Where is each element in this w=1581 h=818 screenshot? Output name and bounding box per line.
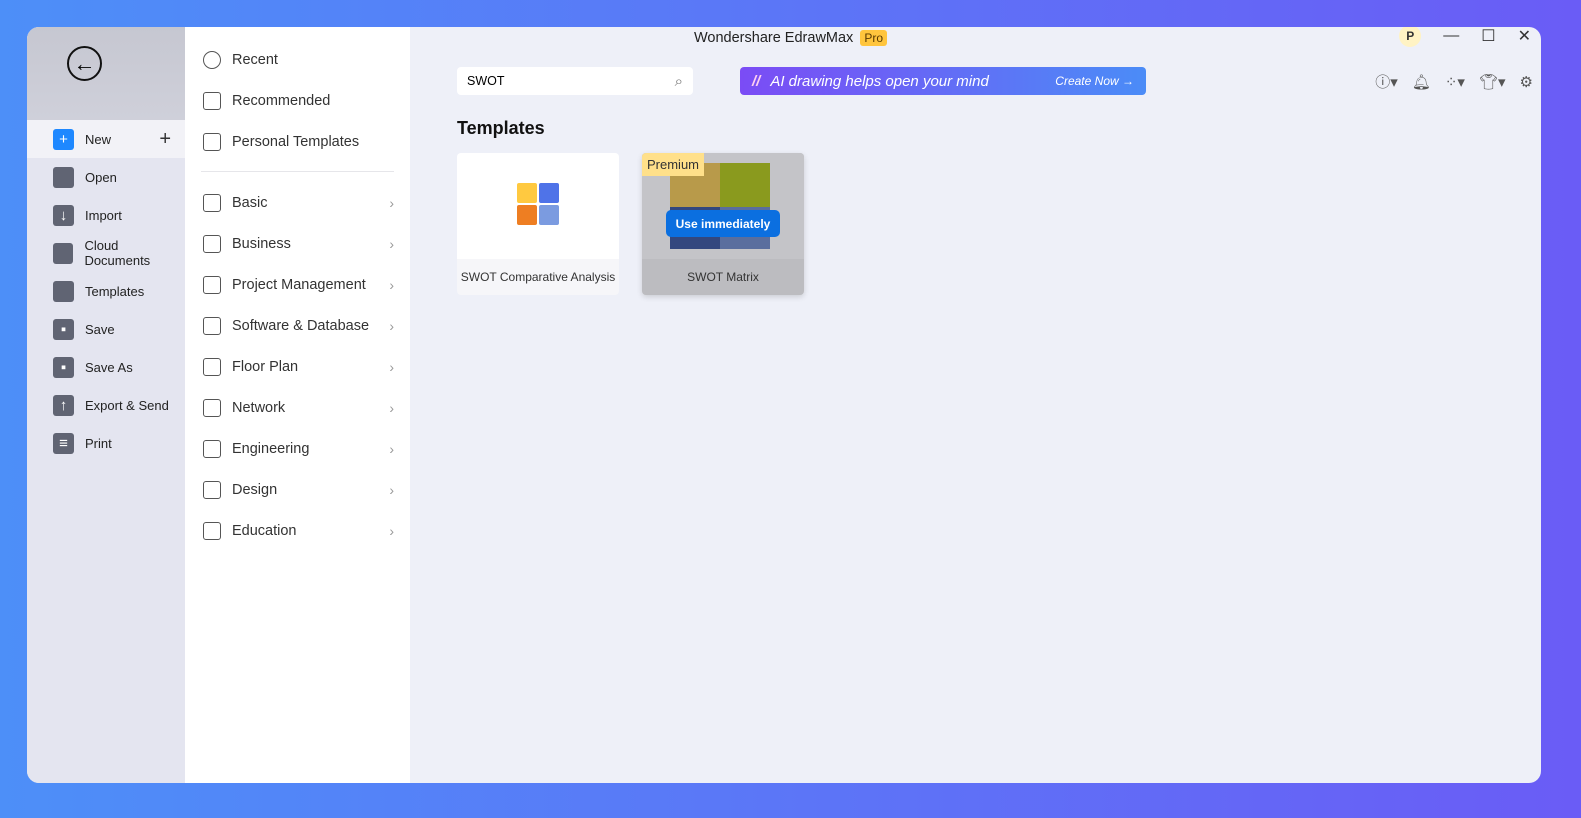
theme-shirt-icon[interactable]: 👕︎▾	[1479, 73, 1506, 91]
template-title: SWOT Matrix	[687, 270, 759, 284]
export-icon: ↑	[53, 394, 74, 416]
floor-plan-icon	[203, 357, 221, 376]
template-card[interactable]: Premium Use immediately SWOT Matrix	[642, 153, 804, 295]
bell-icon[interactable]: 🔔︎	[1412, 73, 1431, 91]
save-icon: ▪	[53, 318, 74, 340]
sidebar-item-import[interactable]: ↓ Import	[27, 196, 185, 234]
category-panel: Recent Recommended Personal Templates Basi…	[185, 27, 410, 783]
category-engineering[interactable]: Engineering ›	[185, 428, 410, 469]
avatar[interactable]: P	[1399, 27, 1422, 47]
document-icon	[203, 132, 221, 151]
tag-icon	[203, 193, 221, 212]
sidebar-item-print[interactable]: ≡ Print	[27, 424, 185, 462]
category-design[interactable]: Design ›	[185, 469, 410, 510]
sidebar-item-export-send[interactable]: ↑ Export & Send	[27, 386, 185, 424]
category-network[interactable]: Network ›	[185, 387, 410, 428]
help-icon[interactable]: ⓘ▾	[1375, 71, 1398, 92]
print-icon: ≡	[53, 432, 74, 454]
clock-icon	[203, 50, 221, 69]
save-as-icon: ▪	[53, 356, 74, 378]
chevron-right-icon: ›	[389, 235, 394, 252]
cloud-icon	[53, 242, 74, 264]
premium-badge: Premium	[642, 153, 705, 176]
chevron-right-icon: ›	[389, 194, 394, 211]
sidebar-item-save-as[interactable]: ▪ Save As	[27, 348, 185, 386]
category-business[interactable]: Business ›	[185, 223, 410, 264]
category-recent[interactable]: Recent	[185, 39, 410, 80]
ai-logo-icon: //	[752, 72, 761, 90]
chevron-right-icon: ›	[389, 358, 394, 375]
window-title: Wondershare EdrawMax Pro	[694, 29, 887, 47]
sidebar-item-cloud-documents[interactable]: Cloud Documents	[27, 234, 185, 272]
chevron-right-icon: ›	[389, 440, 394, 457]
templates-icon	[53, 280, 74, 302]
divider	[201, 171, 394, 172]
create-now-button[interactable]: Create Now →	[1055, 74, 1134, 88]
template-thumbnail: Premium Use immediately	[642, 153, 804, 259]
calendar-icon	[203, 398, 221, 417]
gear-icon[interactable]: ⚙	[1520, 73, 1533, 91]
plus-square-icon: +	[53, 128, 74, 150]
import-icon: ↓	[53, 204, 74, 226]
search-input[interactable]	[467, 74, 675, 88]
app-window: ← + New + Open ↓ Import Cloud Documents Templat…	[27, 27, 1541, 783]
presentation-icon	[203, 234, 221, 253]
chevron-right-icon: ›	[389, 317, 394, 334]
back-button[interactable]: ←	[67, 46, 102, 81]
design-icon	[203, 480, 221, 499]
file-sidebar: ← + New + Open ↓ Import Cloud Documents Templat…	[27, 27, 185, 783]
search-box[interactable]: ⌕	[457, 67, 693, 95]
gantt-icon	[203, 275, 221, 294]
minimize-button[interactable]: —	[1443, 27, 1459, 45]
category-basic[interactable]: Basic ›	[185, 182, 410, 223]
use-immediately-button[interactable]: Use immediately	[666, 210, 780, 237]
plus-icon[interactable]: +	[159, 128, 171, 151]
chevron-right-icon: ›	[389, 399, 394, 416]
category-recommended[interactable]: Recommended	[185, 80, 410, 121]
sidebar-item-open[interactable]: Open	[27, 158, 185, 196]
ai-banner[interactable]: // AI drawing helps open your mind Creat…	[740, 67, 1146, 95]
sidebar-item-save[interactable]: ▪ Save	[27, 310, 185, 348]
chevron-right-icon: ›	[389, 481, 394, 498]
chevron-right-icon: ›	[389, 276, 394, 293]
category-software-database[interactable]: Software & Database ›	[185, 305, 410, 346]
section-heading: Templates	[457, 118, 545, 138]
maximize-button[interactable]: ☐	[1481, 27, 1495, 46]
chevron-right-icon: ›	[389, 522, 394, 539]
sidebar-item-new[interactable]: + New +	[27, 120, 185, 158]
template-title: SWOT Comparative Analysis	[460, 270, 616, 284]
apps-icon[interactable]: ⁘▾	[1445, 73, 1465, 91]
category-education[interactable]: Education ›	[185, 510, 410, 551]
window-icon	[203, 316, 221, 335]
folder-icon	[53, 166, 74, 188]
pro-badge: Pro	[860, 30, 887, 46]
template-card[interactable]: SWOT Comparative Analysis	[457, 153, 619, 295]
category-floor-plan[interactable]: Floor Plan ›	[185, 346, 410, 387]
star-badge-icon	[203, 91, 221, 110]
template-thumbnail	[457, 153, 619, 259]
graduation-cap-icon	[203, 521, 221, 540]
helmet-icon	[203, 439, 221, 458]
close-button[interactable]: ✕	[1518, 27, 1531, 46]
sidebar-item-templates[interactable]: Templates	[27, 272, 185, 310]
search-icon[interactable]: ⌕	[675, 73, 683, 90]
category-personal-templates[interactable]: Personal Templates	[185, 121, 410, 162]
category-project-management[interactable]: Project Management ›	[185, 264, 410, 305]
